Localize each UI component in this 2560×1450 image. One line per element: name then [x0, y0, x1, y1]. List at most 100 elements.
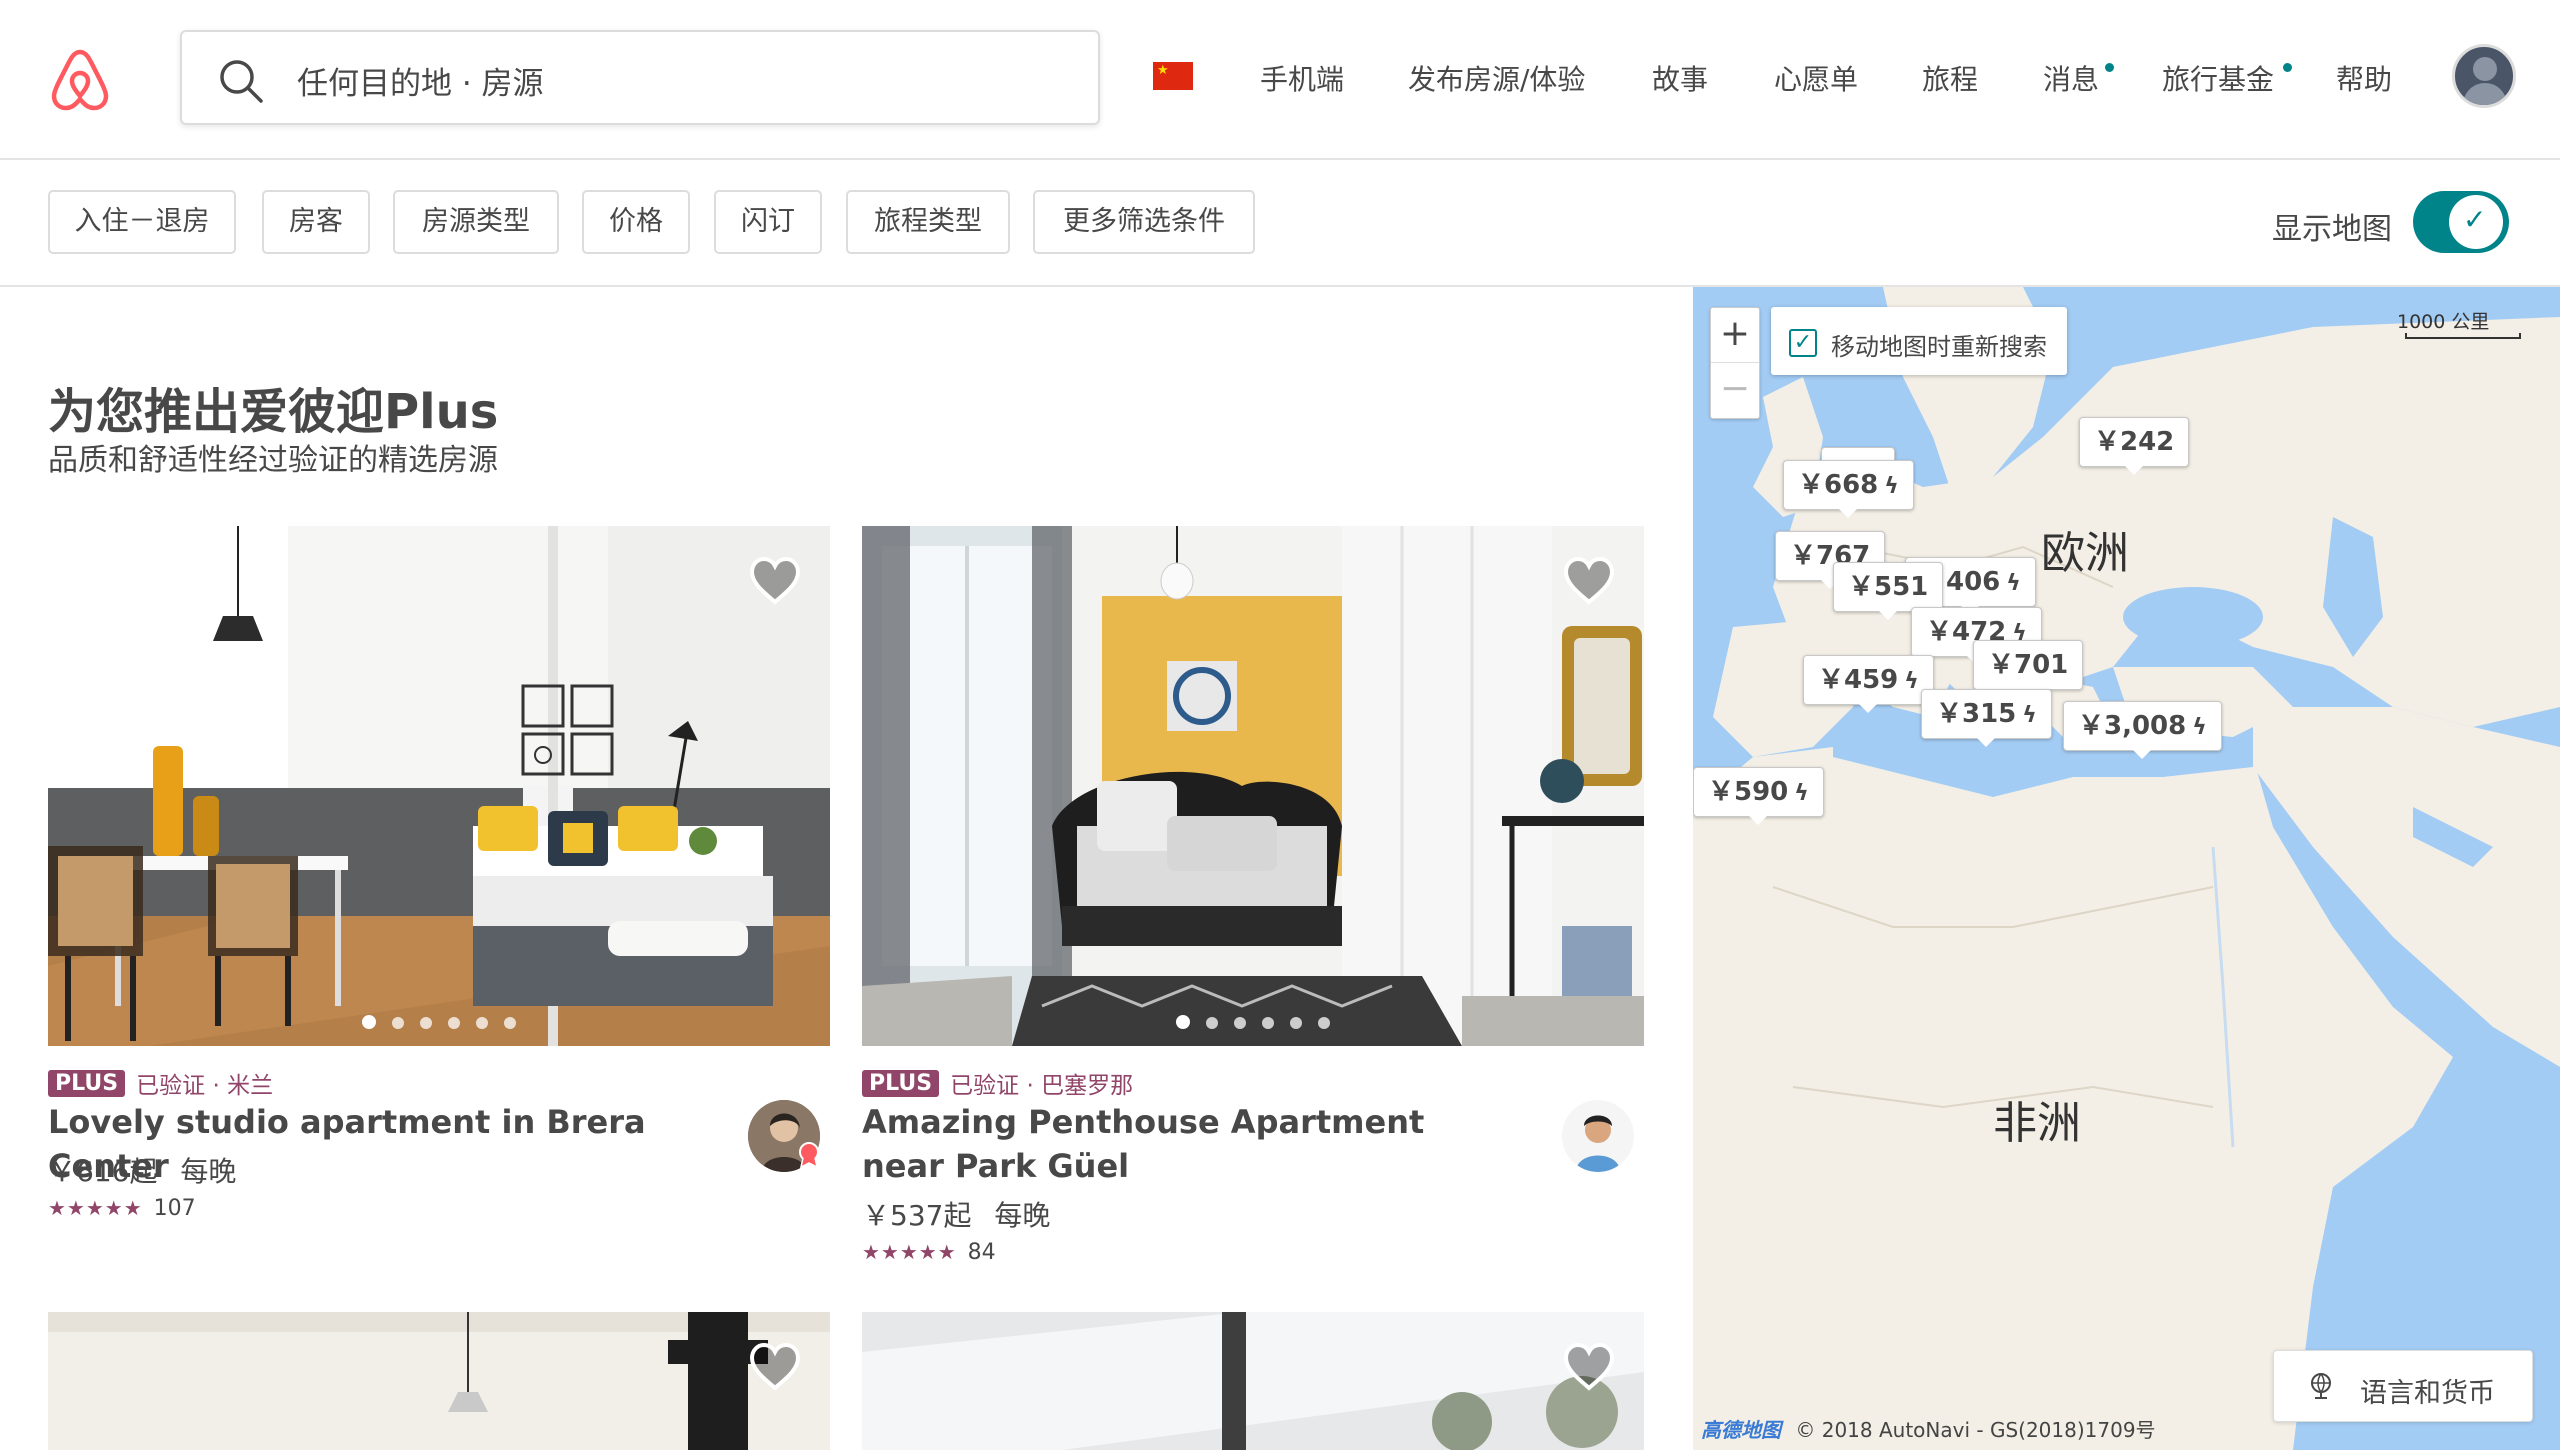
listing-card[interactable] [862, 1312, 1644, 1450]
nav-wishlist[interactable]: 心愿单 [1774, 58, 1858, 98]
zoom-out-button[interactable]: − [1711, 364, 1759, 419]
instant-book-icon: ϟ [1904, 669, 1919, 694]
verified-location: 已验证 · 巴塞罗那 [950, 1073, 1134, 1099]
listing-photo[interactable] [48, 1312, 830, 1450]
map-panel[interactable]: + − ✓ 移动地图时重新搜索 1000 公里 欧洲 非洲 ￥9 ￥668ϟ ￥… [1693, 287, 2560, 1450]
map-price-pin[interactable]: ￥668 ϟ [1783, 460, 1914, 518]
nav-mobile[interactable]: 手机端 [1260, 58, 1344, 98]
show-map-label: 显示地图 [2272, 212, 2392, 247]
filter-bar: 入住－退房 房客 房源类型 价格 闪订 旅程类型 更多筛选条件 显示地图 ✓ [0, 160, 2560, 287]
messages-notification-dot [2105, 63, 2114, 72]
filter-instant-book[interactable]: 闪订 [714, 190, 822, 254]
listing-rating: ★★★★★ 107 [48, 1196, 196, 1221]
map-attribution: 高德地图 © 2018 AutoNavi - GS(2018)1709号 [1701, 1414, 2156, 1443]
filter-price[interactable]: 价格 [582, 190, 690, 254]
research-checkbox[interactable]: ✓ [1789, 329, 1817, 357]
listing-photo[interactable] [48, 526, 830, 1046]
filter-home-type[interactable]: 房源类型 [393, 190, 559, 254]
listing-card[interactable] [48, 1312, 830, 1450]
avatar-body [2463, 83, 2507, 105]
nav-trips[interactable]: 旅程 [1922, 58, 1978, 98]
research-label: 移动地图时重新搜索 [1831, 333, 2047, 361]
instant-book-icon: ϟ [2006, 571, 2021, 596]
listing-card[interactable]: PLUS 已验证 · 巴塞罗那 Amazing Penthouse Apartm… [862, 526, 1644, 1266]
filter-more[interactable]: 更多筛选条件 [1033, 190, 1255, 254]
check-icon: ✓ [2463, 203, 2487, 236]
section-subtitle: 品质和舒适性经过验证的精选房源 [48, 443, 498, 478]
heart-icon[interactable] [1562, 1342, 1616, 1392]
map-price-pin[interactable]: ￥315 ϟ [1921, 689, 2052, 747]
section-title: 为您推出爱彼迎Plus [48, 384, 499, 440]
price-unit: 每晚 [994, 1199, 1051, 1232]
avatar-head [2473, 57, 2497, 81]
price-unit: 每晚 [180, 1155, 237, 1188]
map-price-pin[interactable]: ￥551 [1833, 562, 1944, 620]
listing-badge-row: PLUS 已验证 · 巴塞罗那 [862, 1066, 1133, 1100]
stars-icon: ★★★★★ [48, 1196, 143, 1220]
listing-photo[interactable] [862, 1312, 1644, 1450]
listing-photo-illustration [48, 1312, 830, 1450]
filter-trip-type[interactable]: 旅程类型 [846, 190, 1010, 254]
instant-book-icon: ϟ [1794, 781, 1809, 806]
map-price-pin[interactable]: ￥242 [2079, 417, 2190, 475]
studio-photo-illustration [48, 526, 830, 1046]
map-scale-label: 1000 公里 [2397, 311, 2490, 333]
globe-icon [2311, 1373, 2331, 1399]
plus-badge: PLUS [48, 1069, 126, 1097]
nav-host[interactable]: 发布房源/体验 [1408, 58, 1585, 98]
penthouse-photo-illustration [862, 526, 1644, 1046]
map-price-pin[interactable]: ￥3,008 ϟ [2063, 701, 2222, 759]
map-zoom-control: + − [1710, 307, 1760, 419]
airbnb-logo-icon[interactable] [46, 46, 114, 114]
region-europe: 欧洲 [2041, 528, 2129, 579]
verified-location: 已验证 · 米兰 [136, 1073, 274, 1099]
language-currency-label: 语言和货币 [2360, 1378, 2495, 1409]
map-price-pin[interactable]: ￥459 ϟ [1803, 655, 1934, 713]
carousel-dots[interactable] [48, 1014, 830, 1033]
instant-book-icon: ϟ [2022, 703, 2037, 728]
map-price-pin[interactable]: ￥590 ϟ [1693, 767, 1824, 825]
search-bar[interactable]: 任何目的地 · 房源 [180, 30, 1100, 125]
listing-price: ￥616起 每晚 [48, 1150, 236, 1190]
china-flag-icon[interactable]: ★ [1153, 62, 1193, 90]
price-value: ￥537起 [862, 1199, 972, 1232]
instant-book-icon: ϟ [2192, 715, 2207, 740]
top-header: 任何目的地 · 房源 ★ 手机端 发布房源/体验 故事 心愿单 旅程 消息 旅行… [0, 0, 2560, 160]
heart-icon[interactable] [748, 556, 802, 606]
toggle-knob: ✓ [2449, 195, 2503, 249]
listing-price: ￥537起 每晚 [862, 1194, 1050, 1234]
heart-icon[interactable] [748, 1342, 802, 1392]
review-count: 107 [153, 1196, 196, 1221]
nav-travel-credit[interactable]: 旅行基金 [2162, 58, 2274, 98]
nav-help[interactable]: 帮助 [2336, 58, 2392, 98]
user-avatar[interactable] [2452, 44, 2516, 108]
nav-messages[interactable]: 消息 [2043, 58, 2099, 98]
listing-title[interactable]: Amazing Penthouse Apartment near Park Gü… [862, 1100, 1512, 1188]
language-currency-button[interactable]: 语言和货币 [2273, 1350, 2533, 1422]
superhost-badge-icon [799, 1142, 819, 1168]
carousel-dots[interactable] [862, 1014, 1644, 1033]
search-icon [220, 60, 263, 103]
host-avatar[interactable] [1562, 1100, 1634, 1172]
show-map-toggle[interactable]: ✓ [2413, 191, 2509, 253]
filter-dates[interactable]: 入住－退房 [48, 190, 236, 254]
instant-book-icon: ϟ [1884, 474, 1899, 499]
credit-notification-dot [2283, 63, 2292, 72]
price-value: ￥616起 [48, 1155, 158, 1188]
map-price-pin[interactable]: ￥701 [1973, 640, 2084, 698]
stars-icon: ★★★★★ [862, 1240, 957, 1264]
amap-logo: 高德地图 [1701, 1418, 1781, 1442]
nav-stories[interactable]: 故事 [1652, 58, 1708, 98]
zoom-in-button[interactable]: + [1711, 308, 1759, 363]
filter-guests[interactable]: 房客 [262, 190, 370, 254]
region-africa: 非洲 [1993, 1098, 2081, 1149]
plus-badge: PLUS [862, 1069, 940, 1097]
map-scale-bar [2405, 333, 2521, 339]
heart-icon[interactable] [1562, 556, 1616, 606]
search-input-text[interactable]: 任何目的地 · 房源 [297, 58, 544, 103]
listing-card[interactable]: PLUS 已验证 · 米兰 Lovely studio apartment in… [48, 526, 830, 1246]
listing-photo-illustration [862, 1312, 1644, 1450]
listing-photo[interactable] [862, 526, 1644, 1046]
search-as-map-moves[interactable]: ✓ 移动地图时重新搜索 [1771, 307, 2067, 375]
listing-rating: ★★★★★ 84 [862, 1240, 996, 1265]
